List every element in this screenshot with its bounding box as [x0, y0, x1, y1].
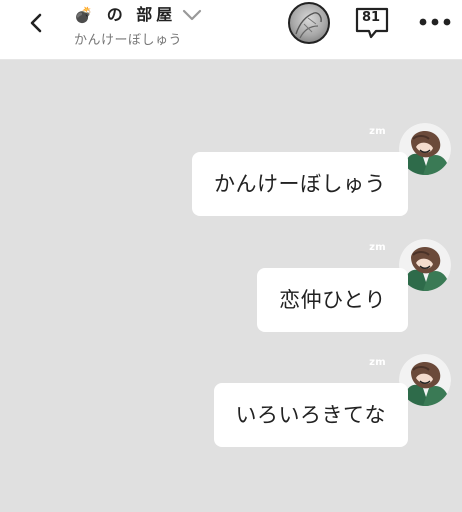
bomb-emoji: 💣	[74, 6, 93, 24]
message-count: 81	[361, 10, 381, 25]
room-subtitle: かんけーぼしゅう	[74, 33, 183, 48]
message-bubble: 恋仲ひとり	[257, 268, 408, 332]
more-horizontal-icon	[419, 18, 451, 26]
sender-name: zm	[369, 126, 386, 137]
message-bubble: いろいろきてな	[213, 383, 408, 447]
more-options-button[interactable]	[418, 12, 452, 32]
message-count-button[interactable]: 81	[354, 7, 390, 39]
chat-header: 💣 の 部屋 かんけーぼしゅう 81	[0, 0, 462, 60]
room-title: の 部屋	[106, 5, 177, 24]
sender-name: zm	[369, 357, 386, 368]
room-avatar[interactable]	[288, 2, 330, 44]
chevron-down-icon[interactable]	[182, 8, 202, 22]
back-chevron-icon	[30, 13, 42, 33]
sender-name: zm	[369, 242, 386, 253]
message-bubble: かんけーぼしゅう	[192, 152, 408, 216]
back-button[interactable]	[26, 12, 48, 34]
room-title-area[interactable]: 💣 の 部屋 かんけーぼしゅう	[74, 4, 274, 48]
